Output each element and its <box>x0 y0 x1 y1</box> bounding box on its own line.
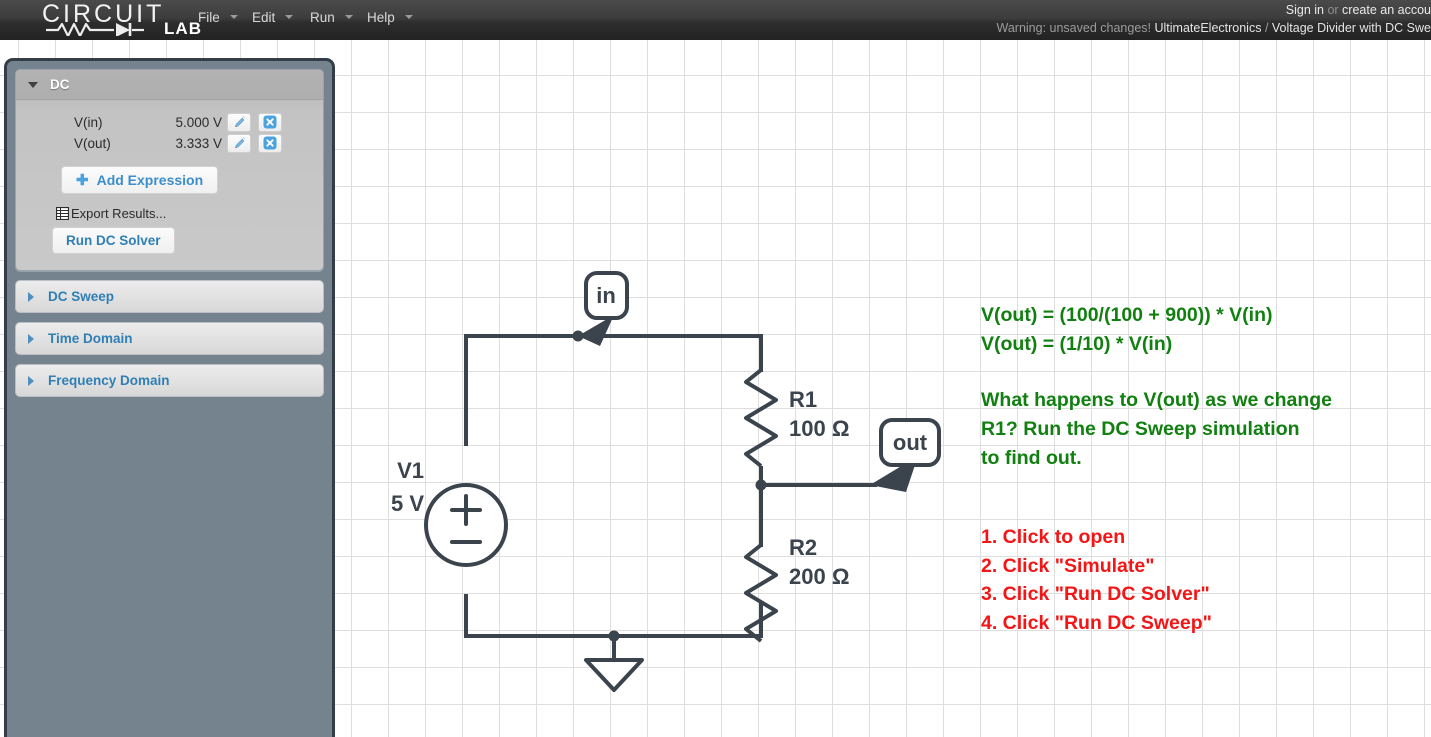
circle-x-icon <box>263 136 277 150</box>
triangle-right-icon <box>28 291 34 302</box>
account-links: Sign in or create an accou <box>0 3 1431 17</box>
sidebar-item-label: DC Sweep <box>48 289 115 304</box>
junction-dot-out <box>755 479 767 491</box>
triangle-right-icon <box>28 333 34 344</box>
result-value: 3.333 V <box>175 135 222 151</box>
dc-panel-body: V(in) 5.000 V V(out) 3.333 V ✚ Add Expre… <box>16 100 323 270</box>
source-value-label: 5 V <box>391 491 424 516</box>
delete-expression-button[interactable] <box>258 112 282 132</box>
delete-expression-button[interactable] <box>258 133 282 153</box>
add-expression-button[interactable]: ✚ Add Expression <box>61 166 219 194</box>
edit-expression-button[interactable] <box>227 112 251 132</box>
edit-expression-button[interactable] <box>227 133 251 153</box>
account-or-text: or <box>1323 3 1343 17</box>
result-row: V(in) 5.000 V <box>16 112 323 132</box>
circle-x-icon <box>263 115 277 129</box>
sidebar-item-label: Time Domain <box>48 331 133 346</box>
create-account-link[interactable]: create an accou <box>1342 3 1431 17</box>
breadcrumb-separator: / <box>1261 21 1272 35</box>
resistor-r1-ref-label: R1 <box>789 387 817 412</box>
dc-panel: DC V(in) 5.000 V V(out) 3.333 V ✚ Add Ex… <box>15 69 324 271</box>
result-row: V(out) 3.333 V <box>16 133 323 153</box>
sign-in-link[interactable]: Sign in <box>1286 3 1324 17</box>
node-label-in-text: in <box>596 283 616 308</box>
add-expression-label: Add Expression <box>96 172 204 188</box>
annotation-question: What happens to V(out) as we change R1? … <box>981 389 1333 469</box>
triangle-right-icon <box>28 375 34 386</box>
result-name: V(in) <box>74 114 103 130</box>
result-name: V(out) <box>74 135 111 151</box>
dc-panel-header[interactable]: DC <box>16 70 323 100</box>
resistor-r1-symbol <box>744 368 778 485</box>
resistor-r1-value-label: 100 Ω <box>789 416 849 441</box>
voltage-source-symbol <box>424 483 508 567</box>
breadcrumb-document[interactable]: Voltage Divider with DC Swe <box>1272 21 1431 35</box>
sidebar-item-dc-sweep[interactable]: DC Sweep <box>15 280 324 313</box>
pencil-icon <box>234 115 245 127</box>
node-label-out-text: out <box>893 430 928 455</box>
export-results-link[interactable]: Export Results... <box>56 206 323 221</box>
triangle-down-icon[interactable] <box>28 81 38 88</box>
run-dc-solver-button[interactable]: Run DC Solver <box>52 227 175 254</box>
sidebar-item-time-domain[interactable]: Time Domain <box>15 322 324 355</box>
top-menu-bar: CIRCUIT LAB File Edit Run Help Sign in o… <box>0 0 1431 40</box>
resistor-r2-ref-label: R2 <box>789 535 817 560</box>
circuitlab-app: in out V1 5 V R1 100 Ω R2 200 Ω V(out) =… <box>0 0 1431 737</box>
pencil-icon <box>234 136 245 148</box>
unsaved-warning: Warning: unsaved changes! <box>996 21 1152 35</box>
dc-panel-title: DC <box>50 77 70 92</box>
sidebar-item-frequency-domain[interactable]: Frequency Domain <box>15 364 324 397</box>
result-value: 5.000 V <box>175 114 222 130</box>
breadcrumb-project[interactable]: UltimateElectronics <box>1154 21 1261 35</box>
breadcrumb: Warning: unsaved changes! UltimateElectr… <box>0 21 1431 35</box>
export-results-label: Export Results... <box>71 206 167 221</box>
simulation-sidebar: DC V(in) 5.000 V V(out) 3.333 V ✚ Add Ex… <box>4 58 335 737</box>
annotation-formula: V(out) = (100/(100 + 900)) * V(in) V(out… <box>981 304 1273 355</box>
junction-dot-ground <box>608 630 620 642</box>
ground-symbol <box>584 658 644 692</box>
plus-icon: ✚ <box>76 172 89 189</box>
source-ref-label: V1 <box>397 458 424 483</box>
resistor-r2-value-label: 200 Ω <box>789 564 849 589</box>
annotation-steps: 1. Click to open 2. Click "Simulate" 3. … <box>981 526 1212 634</box>
table-icon <box>56 207 69 220</box>
sidebar-item-label: Frequency Domain <box>48 373 170 388</box>
